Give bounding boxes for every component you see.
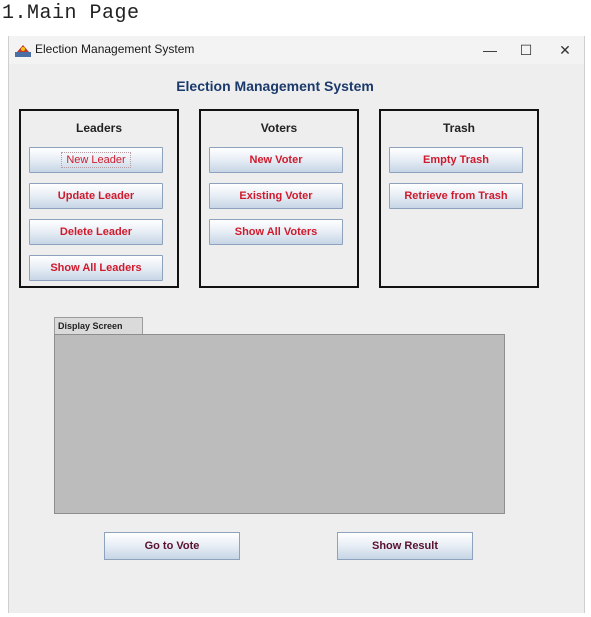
maximize-button[interactable]: ☐ bbox=[508, 38, 544, 62]
page-caption: 1.Main Page bbox=[2, 2, 140, 25]
new-leader-label: New Leader bbox=[61, 152, 131, 168]
retrieve-from-trash-button[interactable]: Retrieve from Trash bbox=[389, 183, 523, 209]
display-screen bbox=[54, 334, 505, 514]
show-all-leaders-button[interactable]: Show All Leaders bbox=[29, 255, 163, 281]
leaders-panel: Leaders New Leader Update Leader Delete … bbox=[19, 109, 179, 288]
maximize-icon: ☐ bbox=[519, 41, 533, 58]
update-leader-button[interactable]: Update Leader bbox=[29, 183, 163, 209]
show-all-voters-button[interactable]: Show All Voters bbox=[209, 219, 343, 245]
app-window: Election Management System — ☐ ✕ Electio… bbox=[8, 36, 585, 613]
delete-leader-button[interactable]: Delete Leader bbox=[29, 219, 163, 245]
go-to-vote-button[interactable]: Go to Vote bbox=[104, 532, 240, 560]
tab-display-screen[interactable]: Display Screen bbox=[54, 317, 143, 334]
close-button[interactable]: ✕ bbox=[547, 38, 583, 62]
app-heading: Election Management System bbox=[176, 78, 374, 94]
empty-trash-button[interactable]: Empty Trash bbox=[389, 147, 523, 173]
existing-voter-button[interactable]: Existing Voter bbox=[209, 183, 343, 209]
minimize-button[interactable]: — bbox=[472, 38, 508, 62]
app-icon bbox=[15, 45, 31, 57]
trash-panel-title: Trash bbox=[442, 121, 475, 135]
leaders-panel-title: Leaders bbox=[75, 121, 123, 135]
show-result-button[interactable]: Show Result bbox=[337, 532, 473, 560]
new-voter-button[interactable]: New Voter bbox=[209, 147, 343, 173]
minimize-icon: — bbox=[483, 42, 497, 58]
new-leader-button[interactable]: New Leader bbox=[29, 147, 163, 173]
voters-panel-title: Voters bbox=[260, 121, 298, 135]
title-bar[interactable]: Election Management System — ☐ ✕ bbox=[9, 36, 584, 64]
close-icon: ✕ bbox=[559, 41, 571, 58]
trash-panel: Trash Empty Trash Retrieve from Trash bbox=[379, 109, 539, 288]
voters-panel: Voters New Voter Existing Voter Show All… bbox=[199, 109, 359, 288]
window-title: Election Management System bbox=[35, 42, 195, 56]
